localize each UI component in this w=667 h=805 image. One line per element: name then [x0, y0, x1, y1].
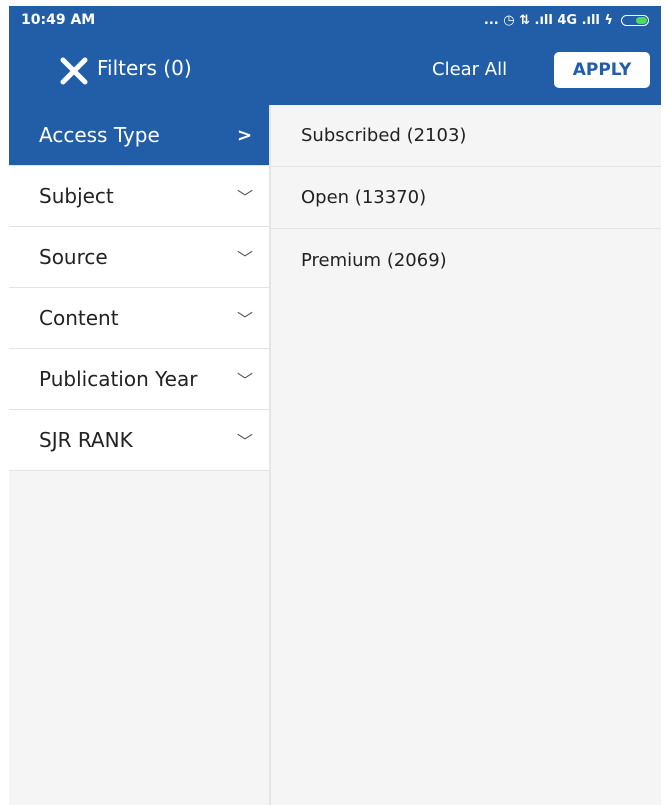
- app-frame: 10:49 AM ... ◷ ⇅ .ıll 4G .ıll ϟ Filters …: [9, 6, 661, 805]
- chevron-down-icon: ﹀: [237, 188, 254, 207]
- sidebar-item-label: Source: [39, 245, 108, 269]
- chevron-down-icon: ﹀: [237, 249, 254, 268]
- sidebar-item-label: Content: [39, 306, 119, 330]
- status-indicators: ... ◷ ⇅ .ıll 4G .ıll ϟ: [484, 13, 649, 28]
- sidebar-item-publication-year[interactable]: Publication Year ﹀: [9, 349, 269, 410]
- chevron-down-icon: ﹀: [237, 432, 254, 451]
- option-premium[interactable]: Premium (2069): [271, 229, 661, 291]
- filters-header: Filters (0) Clear All APPLY: [9, 34, 661, 105]
- sidebar-item-label: Subject: [39, 184, 114, 208]
- option-label: Subscribed (2103): [301, 125, 467, 146]
- sidebar-item-label: Publication Year: [39, 367, 198, 391]
- page-title: Filters (0): [97, 56, 192, 80]
- option-label: Open (13370): [301, 187, 427, 208]
- option-open[interactable]: Open (13370): [271, 167, 661, 229]
- sidebar-item-sjr-rank[interactable]: SJR RANK ﹀: [9, 410, 269, 471]
- status-icons: ... ◷ ⇅ .ıll 4G .ıll ϟ: [483, 12, 613, 28]
- sidebar-item-access-type[interactable]: Access Type >: [9, 105, 269, 166]
- option-subscribed[interactable]: Subscribed (2103): [271, 105, 661, 167]
- filter-category-sidebar: Access Type > Subject ﹀ Source ﹀ Content…: [9, 105, 269, 805]
- sidebar-item-subject[interactable]: Subject ﹀: [9, 166, 269, 227]
- chevron-down-icon: ﹀: [237, 371, 254, 390]
- clear-all-button[interactable]: Clear All: [432, 59, 507, 80]
- chevron-down-icon: ﹀: [237, 310, 254, 329]
- sidebar-item-source[interactable]: Source ﹀: [9, 227, 269, 288]
- sidebar-item-label: SJR RANK: [39, 428, 133, 452]
- battery-icon: [621, 14, 649, 26]
- close-icon[interactable]: [59, 56, 89, 86]
- apply-button[interactable]: APPLY: [554, 52, 650, 88]
- filter-options-panel: Subscribed (2103) Open (13370) Premium (…: [271, 105, 661, 805]
- sidebar-item-label: Access Type: [39, 123, 160, 147]
- status-bar: 10:49 AM ... ◷ ⇅ .ıll 4G .ıll ϟ: [9, 6, 661, 34]
- chevron-right-icon: >: [237, 124, 253, 146]
- status-time: 10:49 AM: [21, 12, 96, 28]
- option-label: Premium (2069): [301, 249, 447, 271]
- sidebar-item-content[interactable]: Content ﹀: [9, 288, 269, 349]
